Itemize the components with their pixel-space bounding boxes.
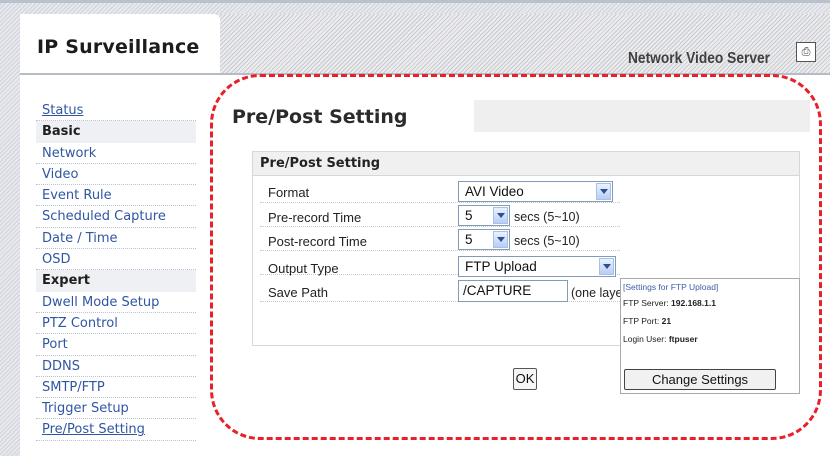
post-record-value: 5 — [465, 232, 473, 247]
sidebar-item-network[interactable]: Network — [36, 143, 196, 164]
sidebar-item-ddns[interactable]: DDNS — [36, 356, 196, 377]
sidebar-item-ptz-control[interactable]: PTZ Control — [36, 313, 196, 335]
sidebar-header-expert: Expert — [36, 270, 196, 292]
output-type-label: Output Type — [268, 261, 339, 276]
sidebar-item-pre-post-setting[interactable]: Pre/Post Setting — [36, 419, 196, 441]
output-type-select[interactable]: FTP Upload — [458, 256, 616, 277]
ok-button[interactable]: OK — [513, 368, 537, 390]
row-divider — [260, 250, 620, 251]
ftp-user-line: Login User: ftpuser — [623, 334, 698, 344]
sidebar-item-status[interactable]: Status — [36, 100, 196, 122]
format-label: Format — [268, 185, 310, 200]
sidebar-item-date-time[interactable]: Date / Time — [36, 228, 196, 250]
chevron-down-icon[interactable] — [493, 231, 508, 248]
ftp-settings-title: [Settings for FTP Upload] — [623, 282, 719, 292]
sidebar-item-event-rule[interactable]: Event Rule — [36, 185, 196, 207]
post-record-select[interactable]: 5 — [458, 229, 510, 250]
sidebar-item-osd[interactable]: OSD — [36, 249, 196, 271]
pre-record-value: 5 — [465, 208, 473, 223]
sidebar-header-basic: Basic — [36, 121, 196, 143]
format-select[interactable]: AVI Video — [458, 181, 613, 202]
change-settings-button[interactable]: Change Settings — [624, 369, 776, 390]
brand-title: IP Surveillance — [37, 36, 200, 58]
sidebar-item-smtp-ftp[interactable]: SMTP/FTP — [36, 377, 196, 399]
format-value: AVI Video — [465, 184, 524, 199]
sidebar-item-scheduled-capture[interactable]: Scheduled Capture — [36, 206, 196, 228]
page-title: Pre/Post Setting — [232, 106, 408, 128]
row-divider — [260, 226, 620, 227]
header-divider — [20, 73, 830, 75]
row-divider — [260, 202, 620, 203]
chevron-down-icon[interactable] — [599, 258, 614, 275]
ftp-server-line: FTP Server: 192.168.1.1 — [623, 298, 716, 308]
sidebar-item-port[interactable]: Port — [36, 334, 196, 356]
sidebar-item-dwell-mode[interactable]: Dwell Mode Setup — [36, 292, 196, 313]
product-name: Network Video Server — [628, 50, 770, 67]
output-type-value: FTP Upload — [465, 259, 537, 274]
ftp-port-value: 21 — [661, 316, 672, 326]
save-path-label: Save Path — [268, 285, 328, 300]
sidebar-item-video[interactable]: Video — [36, 164, 196, 186]
sidebar-item-trigger-setup[interactable]: Trigger Setup — [36, 398, 196, 420]
chevron-down-icon[interactable] — [493, 207, 508, 224]
panel-title: Pre/Post Setting — [260, 156, 381, 171]
post-record-unit: secs (5~10) — [514, 234, 580, 248]
top-border — [0, 0, 830, 3]
ftp-server-value: 192.168.1.1 — [671, 298, 716, 308]
pre-record-label: Pre-record Time — [268, 210, 362, 225]
save-path-hint: (one layer — [571, 286, 627, 300]
chevron-down-icon[interactable] — [596, 183, 611, 200]
sidebar: Status Basic Network Video Event Rule Sc… — [36, 100, 196, 441]
snapshot-icon[interactable]: ⎙ — [796, 42, 816, 62]
ftp-port-label: FTP Port: — [623, 316, 660, 326]
pre-record-select[interactable]: 5 — [458, 205, 510, 226]
pre-record-unit: secs (5~10) — [514, 210, 580, 224]
ftp-server-label: FTP Server: — [623, 298, 669, 308]
ftp-user-label: Login User: — [623, 334, 667, 344]
save-path-input[interactable]: /CAPTURE — [458, 280, 568, 302]
ftp-port-line: FTP Port: 21 — [623, 316, 671, 326]
ftp-user-value: ftpuser — [668, 334, 698, 344]
post-record-label: Post-record Time — [268, 234, 367, 249]
